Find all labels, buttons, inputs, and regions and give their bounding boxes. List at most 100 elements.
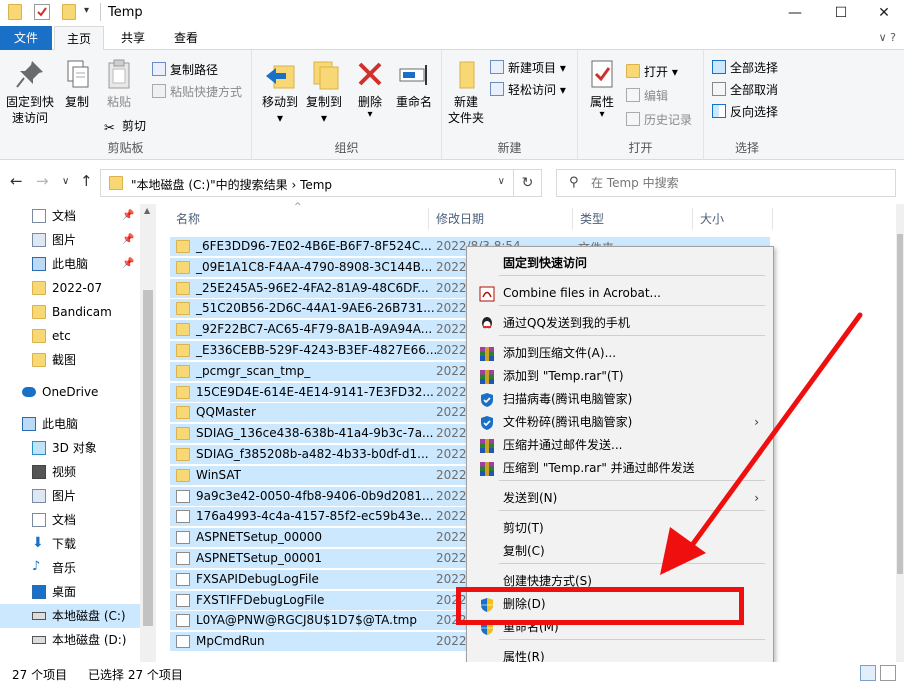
edit-button[interactable]: 编辑	[626, 86, 668, 106]
column-date[interactable]: 修改日期	[436, 210, 484, 227]
nav-item-documents[interactable]: 文档 📌	[0, 204, 144, 228]
copy-icon	[61, 58, 93, 90]
copy-button[interactable]: 复制	[58, 58, 96, 110]
delete-button[interactable]: 删除 ▾	[352, 58, 388, 120]
computer-icon	[22, 417, 36, 431]
context-menu-item[interactable]: 通过QQ发送到我的手机	[469, 312, 771, 335]
properties-button[interactable]: 属性 ▾	[584, 58, 620, 120]
move-to-button[interactable]: 移动到 ▾	[258, 58, 302, 126]
invert-selection-label: 反向选择	[730, 105, 779, 119]
tab-home[interactable]: 主页	[54, 26, 104, 51]
history-button[interactable]: 历史记录	[626, 110, 692, 130]
ribbon-expand-help[interactable]: ∨ ?	[879, 31, 896, 44]
pin-icon[interactable]: 📌	[122, 204, 134, 228]
rename-button[interactable]: 重命名	[390, 58, 438, 110]
context-menu-item[interactable]: 复制(C)	[469, 540, 771, 563]
easy-access-button[interactable]: 轻松访问 ▾	[490, 80, 566, 100]
content-scrollbar[interactable]	[896, 204, 904, 662]
properties-quick-icon[interactable]	[34, 4, 50, 20]
open-button[interactable]: 打开 ▾	[626, 62, 678, 82]
context-menu-item[interactable]: 压缩并通过邮件发送...	[469, 434, 771, 457]
context-menu-item[interactable]: 剪切(T)	[469, 517, 771, 540]
back-arrow-icon[interactable]: ←	[10, 172, 23, 190]
file-name: ASPNETSetup_00000	[196, 530, 323, 545]
minimize-button[interactable]: —	[772, 0, 818, 26]
nav-item-2022-07[interactable]: 2022-07	[0, 276, 144, 300]
select-all-button[interactable]: 全部选择	[712, 58, 778, 78]
paste-shortcut-button[interactable]: 粘贴快捷方式	[152, 82, 242, 102]
menu-separator	[499, 639, 765, 640]
context-menu-item[interactable]: 发送到(N) ›	[469, 487, 771, 510]
forward-arrow-icon[interactable]: →	[36, 172, 49, 190]
column-divider[interactable]	[692, 208, 693, 230]
pin-icon	[14, 58, 46, 90]
copy-path-label: 复制路径	[170, 63, 219, 77]
nav-item-pictures-pc[interactable]: 图片	[0, 484, 144, 508]
nav-item-desktop[interactable]: 桌面	[0, 580, 144, 604]
cube-icon	[32, 441, 46, 455]
paste-button[interactable]: 粘贴	[98, 58, 140, 110]
search-box[interactable]: ⚲	[556, 169, 896, 197]
pin-icon[interactable]: 📌	[122, 252, 134, 276]
close-button[interactable]: ✕	[864, 0, 904, 26]
nav-item-this-pc[interactable]: 此电脑 📌	[0, 252, 144, 276]
log-file-icon	[176, 531, 190, 545]
copy-path-button[interactable]: 复制路径	[152, 60, 218, 80]
copy-to-button[interactable]: 复制到 ▾	[302, 58, 346, 126]
tab-view[interactable]: 查看	[160, 26, 212, 50]
nav-item-pictures[interactable]: 图片 📌	[0, 228, 144, 252]
nav-item-3d-objects[interactable]: 3D 对象	[0, 436, 144, 460]
nav-item-this-pc-root[interactable]: 此电脑	[0, 412, 144, 436]
invert-selection-button[interactable]: 反向选择	[712, 102, 778, 122]
recent-locations-icon[interactable]: ∨	[62, 176, 69, 187]
nav-item-videos[interactable]: 视频	[0, 460, 144, 484]
tab-file[interactable]: 文件	[0, 26, 52, 50]
content-scroll-thumb[interactable]	[897, 234, 903, 574]
quick-access-dropdown-icon[interactable]: ▾	[84, 5, 89, 16]
context-menu-item[interactable]: 固定到快速访问	[469, 252, 771, 275]
new-item-button[interactable]: 新建项目 ▾	[490, 58, 566, 78]
context-menu-item[interactable]: 扫描病毒(腾讯电脑管家)	[469, 388, 771, 411]
properties-label: 属性	[589, 95, 614, 109]
nav-scrollbar[interactable]: ▲	[140, 204, 156, 662]
column-divider[interactable]	[428, 208, 429, 230]
column-size[interactable]: 大小	[700, 210, 724, 227]
details-view-icon[interactable]	[860, 665, 876, 681]
nav-item-local-disk-d[interactable]: 本地磁盘 (D:)	[0, 628, 144, 652]
context-menu-item[interactable]: Combine files in Acrobat...	[469, 282, 771, 305]
up-arrow-icon[interactable]: ↑	[80, 172, 93, 190]
select-none-button[interactable]: 全部取消	[712, 80, 778, 100]
column-divider[interactable]	[572, 208, 573, 230]
address-dropdown-icon[interactable]: ∨	[498, 176, 505, 187]
context-menu-item[interactable]: 添加到 "Temp.rar"(T)	[469, 365, 771, 388]
pin-quick-access-button[interactable]: 固定到快 速访问	[2, 58, 58, 126]
nav-item-bandicam[interactable]: Bandicam	[0, 300, 144, 324]
refresh-button[interactable]: ↻	[514, 169, 542, 197]
new-folder-button[interactable]: 新建 文件夹	[444, 58, 488, 126]
address-bar[interactable]: "本地磁盘 (C:)"中的搜索结果 › Temp ∨	[100, 169, 514, 197]
scroll-up-icon[interactable]: ▲	[144, 206, 150, 215]
nav-item-onedrive[interactable]: OneDrive	[0, 380, 144, 404]
search-input[interactable]	[591, 173, 881, 193]
context-menu-item[interactable]: 压缩到 "Temp.rar" 并通过邮件发送	[469, 457, 771, 480]
maximize-button[interactable]: ☐	[818, 0, 864, 26]
nav-item-screenshots[interactable]: 截图	[0, 348, 144, 372]
tab-share[interactable]: 共享	[110, 26, 156, 50]
nav-item-music[interactable]: ♪ 音乐	[0, 556, 144, 580]
pin-icon[interactable]: 📌	[122, 228, 134, 252]
nav-item-local-disk-c[interactable]: 本地磁盘 (C:)	[0, 604, 140, 628]
column-type[interactable]: 类型	[580, 210, 604, 227]
file-name: _E336CEBB-529F-4243-B3EF-4827E66...	[196, 343, 438, 357]
large-icons-view-icon[interactable]	[880, 665, 896, 681]
file-name: 176a4993-4c4a-4157-85f2-ec59b43e...	[196, 509, 432, 524]
new-folder-quick-icon[interactable]	[62, 4, 76, 20]
cut-button[interactable]: ✂ 剪切	[104, 116, 146, 136]
nav-item-etc[interactable]: etc	[0, 324, 144, 348]
nav-item-documents-pc[interactable]: 文档	[0, 508, 144, 532]
context-menu-item[interactable]: 添加到压缩文件(A)...	[469, 342, 771, 365]
column-divider[interactable]	[772, 208, 773, 230]
column-name[interactable]: 名称	[176, 210, 200, 227]
nav-scroll-thumb[interactable]	[143, 290, 153, 626]
context-menu-item[interactable]: 文件粉碎(腾讯电脑管家) ›	[469, 411, 771, 434]
nav-item-downloads[interactable]: ⬇ 下载	[0, 532, 144, 556]
